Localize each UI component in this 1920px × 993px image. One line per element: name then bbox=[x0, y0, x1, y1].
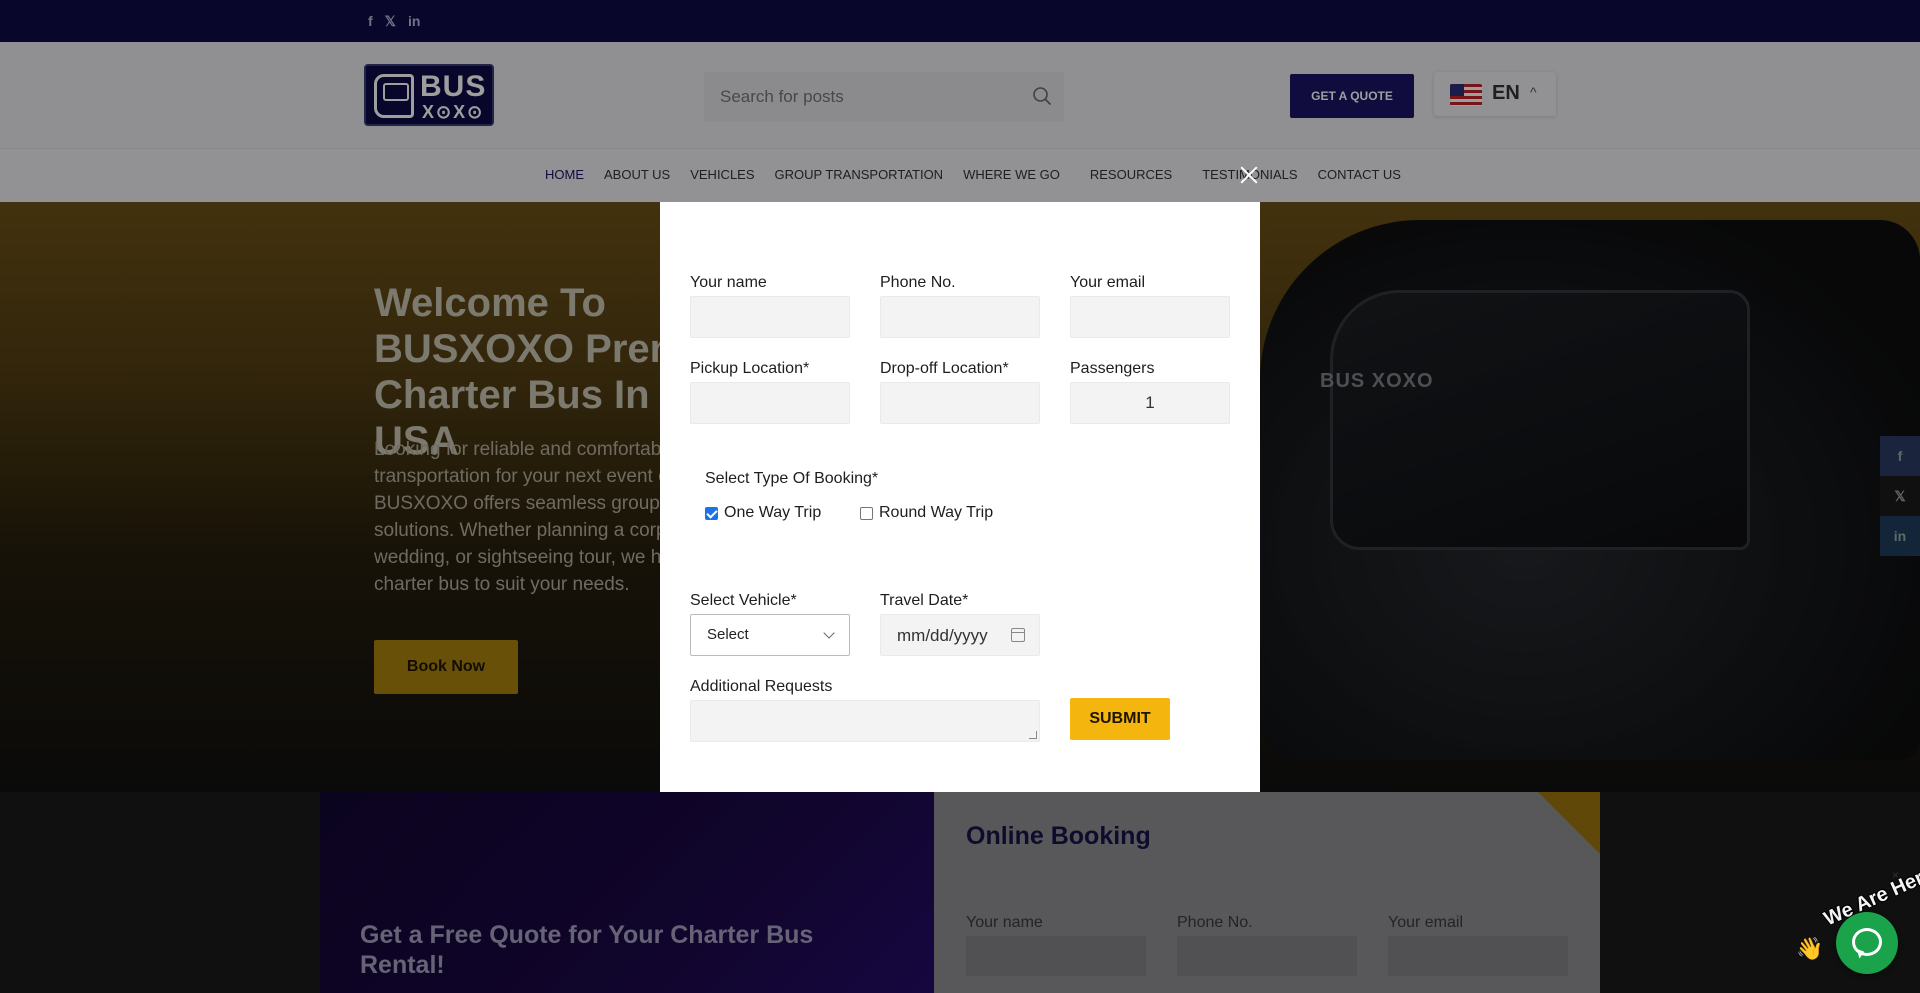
quote-modal: Your name Phone No. Your email Pickup Lo… bbox=[660, 202, 1260, 792]
one-way-checkbox[interactable] bbox=[705, 506, 718, 520]
chat-bubble-icon bbox=[1852, 928, 1882, 956]
chevron-down-icon bbox=[823, 627, 835, 639]
one-way-option[interactable]: One Way Trip bbox=[705, 504, 821, 522]
vehicle-select[interactable]: Select bbox=[690, 614, 850, 656]
name-field[interactable] bbox=[690, 296, 850, 338]
round-trip-checkbox[interactable] bbox=[860, 506, 873, 520]
email-field[interactable] bbox=[1070, 296, 1230, 338]
travel-date-field[interactable]: mm/dd/yyyy bbox=[880, 614, 1040, 656]
passengers-field[interactable] bbox=[1070, 382, 1230, 424]
requests-label: Additional Requests bbox=[690, 678, 833, 695]
phone-field[interactable] bbox=[880, 296, 1040, 338]
resize-handle-icon[interactable] bbox=[1029, 731, 1037, 739]
pickup-label: Pickup Location* bbox=[690, 360, 810, 377]
name-label: Your name bbox=[690, 274, 767, 291]
calendar-icon[interactable] bbox=[1011, 628, 1025, 642]
booking-type-label: Select Type Of Booking* bbox=[705, 470, 879, 487]
one-way-label: One Way Trip bbox=[724, 504, 822, 521]
chat-button[interactable] bbox=[1836, 912, 1898, 974]
chat-close-icon[interactable]: × bbox=[1892, 868, 1899, 882]
dropoff-location-field[interactable] bbox=[880, 382, 1040, 424]
vehicle-select-value: Select bbox=[707, 626, 749, 643]
submit-button[interactable]: SUBMIT bbox=[1070, 698, 1170, 740]
passengers-label: Passengers bbox=[1070, 360, 1155, 377]
additional-requests-field[interactable] bbox=[690, 700, 1040, 742]
phone-label: Phone No. bbox=[880, 274, 956, 291]
email-label: Your email bbox=[1070, 274, 1146, 291]
date-placeholder: mm/dd/yyyy bbox=[897, 626, 988, 645]
date-label: Travel Date* bbox=[880, 592, 969, 609]
close-icon[interactable] bbox=[1238, 164, 1260, 186]
waving-hand-icon: 👋 bbox=[1796, 936, 1824, 961]
pickup-location-field[interactable] bbox=[690, 382, 850, 424]
vehicle-label: Select Vehicle* bbox=[690, 592, 797, 609]
round-trip-option[interactable]: Round Way Trip bbox=[860, 504, 993, 522]
dropoff-label: Drop-off Location* bbox=[880, 360, 1009, 377]
round-trip-label: Round Way Trip bbox=[879, 504, 994, 521]
